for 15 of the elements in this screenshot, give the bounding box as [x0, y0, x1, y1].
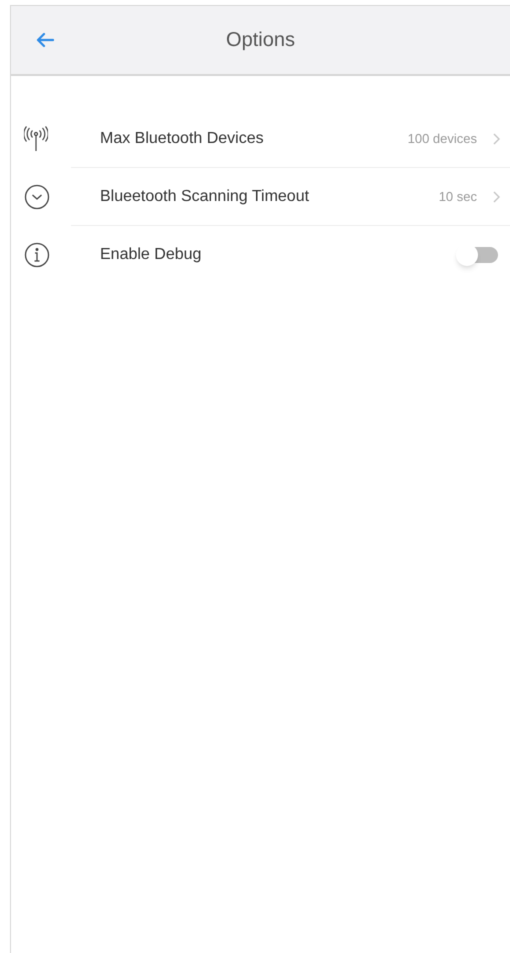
back-arrow-icon [36, 32, 54, 48]
settings-row[interactable]: Blueetooth Scanning Timeout 10 sec [11, 168, 510, 226]
antenna-icon [24, 126, 48, 152]
settings-row[interactable]: Max Bluetooth Devices 100 devices [11, 110, 510, 168]
setting-label: Max Bluetooth Devices [100, 128, 264, 148]
clock-icon [24, 184, 50, 210]
setting-label: Enable Debug [100, 245, 202, 265]
setting-value: 100 devices [408, 130, 477, 148]
info-icon [24, 242, 50, 268]
setting-label: Blueetooth Scanning Timeout [100, 186, 310, 206]
screen-title: Options [226, 28, 295, 53]
settings-row[interactable]: Enable Debug [11, 226, 510, 284]
chevron-right-icon [493, 132, 500, 144]
setting-value: 10 sec [438, 188, 477, 206]
chevron-right-icon [493, 190, 500, 202]
